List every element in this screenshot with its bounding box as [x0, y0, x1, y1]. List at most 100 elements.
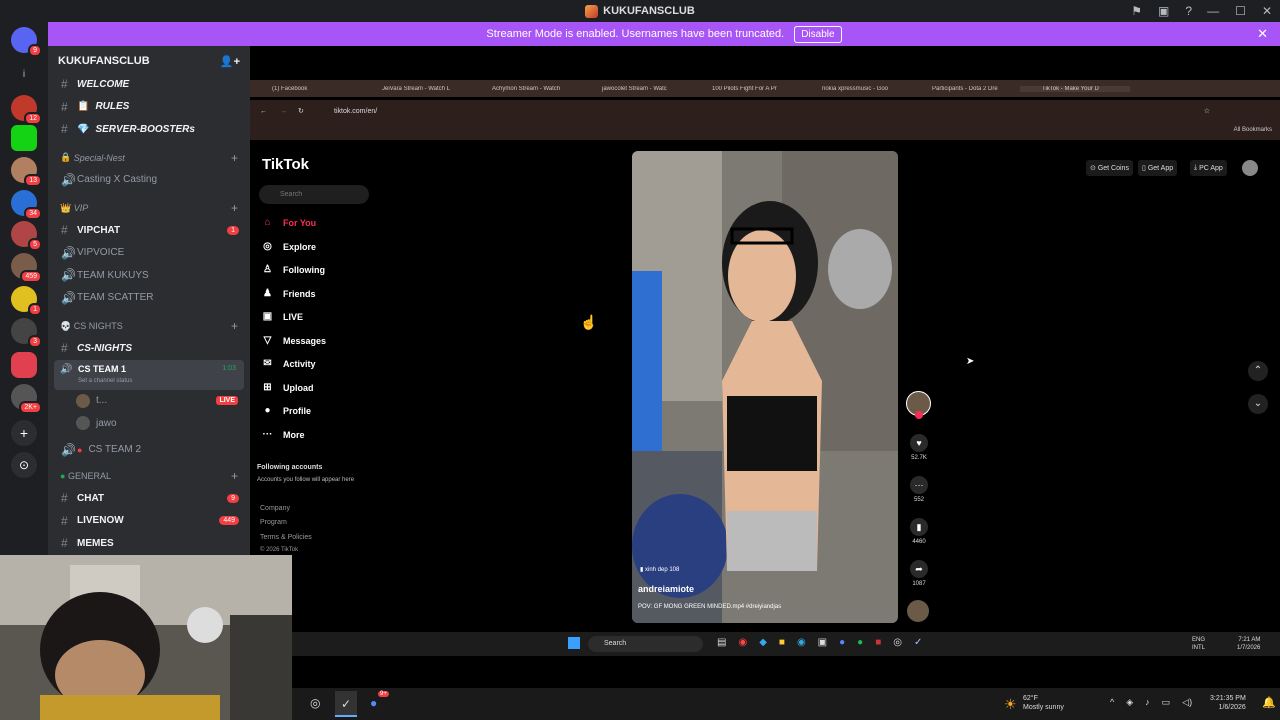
discord-home-icon[interactable]: 9	[11, 27, 42, 57]
tab-facebook[interactable]: (1) Facebook	[250, 86, 360, 92]
tab-nokia[interactable]: nokia xpressmusic - Goo	[800, 86, 910, 92]
previous-video-icon[interactable]: ⌃	[1248, 361, 1268, 381]
category-special-nest[interactable]: 🔒 Special-Nest +	[48, 147, 250, 169]
bookmark-star-icon[interactable]: ☆	[1204, 107, 1210, 115]
nav-live[interactable]: ▣ LIVE	[261, 311, 303, 322]
channel-memes[interactable]: # MEMES	[48, 532, 250, 555]
obs-taskbar-icon[interactable]: ◎	[310, 696, 320, 710]
discord-taskbar-icon[interactable]: ●	[370, 696, 377, 710]
footer-program[interactable]: Program	[260, 519, 287, 526]
get-app-button[interactable]: ▯ Get App	[1138, 160, 1178, 176]
app-icon[interactable]: ◎	[893, 637, 902, 648]
spotify-icon[interactable]: ●	[857, 637, 863, 648]
server-icon-5[interactable]: 459	[11, 253, 42, 283]
tiktok-logo[interactable]: TikTok	[262, 156, 309, 173]
music-disc-icon[interactable]	[907, 600, 929, 622]
voice-user-2[interactable]: jawo	[48, 412, 250, 435]
store-icon[interactable]: ▣	[818, 637, 827, 648]
language-indicator[interactable]: ENG INTL	[1192, 636, 1205, 652]
windows-start-icon[interactable]	[568, 637, 580, 649]
voice-status[interactable]: Set a channel status	[78, 378, 132, 384]
nav-following[interactable]: ♙ Following	[261, 264, 325, 275]
add-server-icon[interactable]: +	[11, 420, 37, 446]
voice-user-1[interactable]: t... LIVE	[48, 390, 250, 413]
steam-icon[interactable]: ✓	[914, 637, 922, 648]
server-icon-7[interactable]: 3	[11, 318, 42, 348]
close-window-icon[interactable]: ✕	[1262, 4, 1272, 18]
server-icon-1[interactable]: 12	[11, 95, 42, 125]
tray-app-icon[interactable]: ◈	[1126, 697, 1133, 708]
tab-jawocolet[interactable]: jawocolet Stream - Watc	[580, 86, 690, 92]
add-channel-icon[interactable]: +	[231, 201, 238, 215]
steam-taskbar-icon[interactable]: ✓	[335, 691, 357, 717]
mic-icon[interactable]: ♪	[1145, 697, 1150, 708]
nav-messages[interactable]: ▽ Messages	[261, 335, 326, 346]
pc-app-button[interactable]: ⤓ PC App	[1190, 160, 1227, 176]
channel-team-kukuys[interactable]: 🔊 TEAM KUKUYS	[48, 264, 250, 287]
tab-jeivara[interactable]: JeiVara Stream - Watch L	[360, 86, 470, 92]
footer-terms[interactable]: Terms & Policies	[260, 534, 312, 541]
copilot-icon[interactable]: ◆	[759, 637, 767, 648]
follow-plus-icon[interactable]	[915, 411, 923, 419]
channel-chat[interactable]: # CHAT 9	[48, 487, 250, 510]
channel-vipvoice[interactable]: 🔊 VIPVOICE	[48, 242, 250, 265]
video-tag[interactable]: ▮ xinh dep 108	[640, 566, 679, 573]
nav-friends[interactable]: ♟ Friends	[261, 288, 316, 299]
maximize-icon[interactable]: ☐	[1235, 4, 1246, 18]
add-channel-icon[interactable]: +	[231, 151, 238, 165]
server-icon-6[interactable]: 1	[11, 286, 42, 316]
url-field[interactable]: tiktok.com/en/	[334, 108, 377, 115]
network-icon[interactable]: ▭	[1162, 697, 1171, 708]
disable-streamer-mode-button[interactable]: Disable	[794, 25, 842, 43]
forward-icon[interactable]: →	[280, 108, 287, 115]
volume-icon[interactable]: ◁)	[1182, 697, 1192, 708]
server-icon-9[interactable]: 2K+	[11, 384, 42, 414]
voice-channel-cs-team-1[interactable]: 🔊 CS TEAM 1 1:03 Set a channel status	[54, 359, 244, 390]
nav-for-you[interactable]: ⌂ For You	[261, 217, 316, 228]
like-button[interactable]: ♥ 52.7K	[905, 434, 933, 461]
tab-dota[interactable]: Participants - Dota 2 Dre	[910, 86, 1020, 92]
channel-server-boosters[interactable]: # 💎 SERVER-BOOSTERs	[48, 118, 250, 141]
channel-team-scatter[interactable]: 🔊 TEAM SCATTER	[48, 287, 250, 310]
invite-icon[interactable]: 👤+	[220, 55, 240, 68]
weather-widget[interactable]: 62°F Mostly sunny	[1023, 694, 1064, 712]
info-icon[interactable]: i	[11, 62, 37, 88]
server-icon-8[interactable]	[11, 352, 37, 378]
server-icon-kick[interactable]	[11, 125, 37, 151]
back-icon[interactable]: ←	[260, 108, 267, 115]
next-video-icon[interactable]: ⌄	[1248, 394, 1268, 414]
chrome-icon[interactable]: ◉	[738, 637, 747, 648]
system-clock[interactable]: 3:21:35 PM 1/6/2026	[1210, 694, 1246, 712]
explore-servers-icon[interactable]: ⊙	[11, 452, 37, 478]
save-button[interactable]: ▮ 4460	[905, 518, 933, 545]
add-channel-icon[interactable]: +	[231, 469, 238, 483]
channel-cs-nights[interactable]: # CS-NIGHTS	[48, 337, 250, 360]
channel-vipchat[interactable]: # VIPCHAT 1	[48, 219, 250, 242]
reload-icon[interactable]: ↻	[298, 107, 304, 115]
flag-icon[interactable]: ⚑	[1131, 4, 1142, 18]
search-input[interactable]: Search	[259, 185, 369, 204]
category-cs-nights[interactable]: 💀 CS NIGHTS +	[48, 315, 250, 337]
close-banner-icon[interactable]: ✕	[1257, 26, 1268, 42]
server-icon-2[interactable]: 13	[11, 157, 42, 187]
tray-chevron-icon[interactable]: ^	[1110, 697, 1114, 708]
inner-clock[interactable]: 7:21 AM 1/7/2026	[1237, 636, 1260, 652]
comment-button[interactable]: ··· 552	[905, 476, 933, 503]
account-avatar[interactable]	[1242, 160, 1258, 176]
get-coins-button[interactable]: ⊙ Get Coins	[1086, 160, 1133, 176]
task-view-icon[interactable]: ▤	[717, 637, 726, 648]
footer-company[interactable]: Company	[260, 505, 290, 512]
tab-achymon[interactable]: Achymon Stream - Watch	[470, 86, 580, 92]
server-header[interactable]: KUKUFANSCLUB 👤+	[48, 46, 250, 76]
minimize-icon[interactable]: —	[1207, 4, 1219, 18]
channel-casting[interactable]: 🔊 Casting X Casting	[48, 169, 250, 192]
taskbar-search[interactable]: Search	[588, 636, 703, 652]
help-icon[interactable]: ?	[1185, 4, 1192, 18]
folder-icon[interactable]: ■	[779, 637, 785, 648]
server-icon-3[interactable]: 34	[11, 190, 42, 220]
nav-profile[interactable]: ● Profile	[261, 405, 311, 416]
video-player[interactable]: ▮ xinh dep 108 andreiamiote POV: GF MONG…	[632, 151, 898, 623]
nav-activity[interactable]: ✉ Activity	[261, 358, 315, 369]
category-vip[interactable]: 👑 VIP +	[48, 197, 250, 219]
discord-icon[interactable]: ●	[839, 637, 845, 648]
